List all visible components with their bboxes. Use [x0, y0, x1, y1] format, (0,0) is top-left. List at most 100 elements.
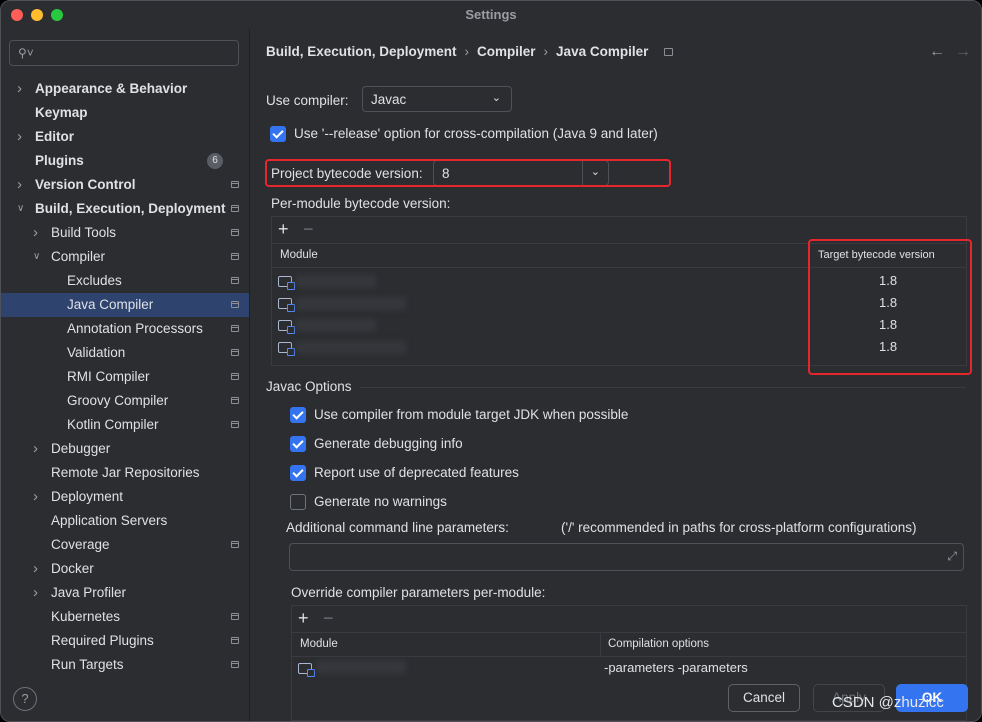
- highlight-box-target-version: [808, 239, 972, 375]
- sidebar-item-rmi-compiler[interactable]: RMI Compiler: [1, 365, 249, 389]
- sidebar-item-label: Excludes: [67, 273, 122, 288]
- sidebar-item-compiler[interactable]: ∨ Compiler: [1, 245, 249, 269]
- sidebar-item-application-servers[interactable]: Application Servers: [1, 509, 249, 533]
- compilation-options-column-header[interactable]: Compilation options: [608, 638, 709, 650]
- sidebar-item-annotation-processors[interactable]: Annotation Processors: [1, 317, 249, 341]
- sidebar-item-plugins[interactable]: Plugins 6: [1, 149, 249, 173]
- sidebar-item-keymap[interactable]: Keymap: [1, 101, 249, 125]
- sidebar-item-label: Docker: [51, 561, 94, 576]
- javac-option-checkbox[interactable]: [290, 494, 306, 510]
- override-row-options[interactable]: -parameters -parameters: [604, 660, 748, 675]
- remove-override-button[interactable]: −: [323, 609, 334, 627]
- add-override-button[interactable]: +: [298, 609, 309, 627]
- project-scope-icon: [231, 277, 239, 284]
- cancel-button[interactable]: Cancel: [728, 684, 800, 712]
- override-module-column-header[interactable]: Module: [300, 638, 338, 650]
- chevron-right-icon[interactable]: ›: [33, 557, 38, 581]
- additional-params-label: Additional command line parameters:: [286, 520, 509, 535]
- sidebar-item-editor[interactable]: › Editor: [1, 125, 249, 149]
- sidebar-item-appearance-behavior[interactable]: › Appearance & Behavior: [1, 77, 249, 101]
- sidebar-item-label: Java Compiler: [67, 297, 154, 312]
- sidebar-item-build-execution-deployment[interactable]: ∨ Build, Execution, Deployment: [1, 197, 249, 221]
- sidebar-item-java-profiler[interactable]: › Java Profiler: [1, 581, 249, 605]
- sidebar-item-deployment[interactable]: › Deployment: [1, 485, 249, 509]
- settings-window: Settings ⚲˅ › Appearance & Behavior Keymap…: [0, 0, 982, 722]
- sidebar-item-label: Run Targets: [51, 657, 124, 672]
- sidebar-item-version-control[interactable]: › Version Control: [1, 173, 249, 197]
- module-folder-icon: [278, 342, 295, 356]
- project-scope-icon: [231, 181, 239, 188]
- sidebar-item-label: Editor: [35, 129, 74, 144]
- use-compiler-select[interactable]: Javac ⌄: [362, 86, 512, 112]
- release-option-checkbox[interactable]: [270, 126, 286, 142]
- sidebar-item-label: Required Plugins: [51, 633, 154, 648]
- sidebar-item-label: Application Servers: [51, 513, 168, 528]
- sidebar-item-label: Java Profiler: [51, 585, 127, 600]
- javac-option-checkbox[interactable]: [290, 465, 306, 481]
- sidebar-item-label: RMI Compiler: [67, 369, 150, 384]
- sidebar-item-coverage[interactable]: Coverage: [1, 533, 249, 557]
- csdn-watermark: CSDN @zhuzicc: [832, 694, 944, 711]
- module-column-header[interactable]: Module: [280, 249, 318, 261]
- chevron-right-icon[interactable]: ›: [33, 221, 38, 245]
- additional-params-field[interactable]: ⤢: [289, 543, 964, 571]
- javac-option-checkbox[interactable]: [290, 436, 306, 452]
- forward-arrow-icon[interactable]: →: [955, 43, 971, 61]
- sidebar-item-label: Version Control: [35, 177, 136, 192]
- breadcrumb-separator: ›: [464, 44, 470, 59]
- chevron-down-icon: ⌄: [491, 92, 501, 104]
- chevron-right-icon[interactable]: ›: [33, 485, 38, 509]
- chevron-right-icon[interactable]: ›: [17, 125, 22, 149]
- sidebar-item-validation[interactable]: Validation: [1, 341, 249, 365]
- breadcrumb-java-compiler: Java Compiler: [556, 44, 649, 59]
- sidebar-item-required-plugins[interactable]: Required Plugins: [1, 629, 249, 653]
- module-folder-icon: [298, 663, 315, 677]
- breadcrumb-separator: ›: [543, 44, 549, 59]
- sidebar-item-groovy-compiler[interactable]: Groovy Compiler: [1, 389, 249, 413]
- additional-params-hint: ('/' recommended in paths for cross-plat…: [561, 520, 917, 535]
- sidebar-item-java-compiler[interactable]: Java Compiler: [1, 293, 249, 317]
- sidebar-item-label: Appearance & Behavior: [35, 81, 188, 96]
- chevron-right-icon[interactable]: ›: [17, 173, 22, 197]
- redacted-module-name: [296, 341, 406, 354]
- chevron-down-icon[interactable]: ∨: [33, 245, 40, 269]
- sidebar-item-label: Remote Jar Repositories: [51, 465, 200, 480]
- javac-option-label: Generate no warnings: [314, 494, 447, 509]
- sidebar-item-excludes[interactable]: Excludes: [1, 269, 249, 293]
- chevron-right-icon[interactable]: ›: [33, 437, 38, 461]
- javac-option-label: Use compiler from module target JDK when…: [314, 407, 629, 422]
- override-table-header: Module Compilation options: [292, 632, 966, 657]
- back-arrow-icon[interactable]: ←: [929, 43, 945, 61]
- module-folder-icon: [278, 276, 295, 290]
- sidebar-item-label: Coverage: [51, 537, 110, 552]
- project-scope-icon: [664, 48, 674, 57]
- breadcrumb-compiler[interactable]: Compiler: [477, 44, 536, 59]
- sidebar-item-remote-jar-repositories[interactable]: Remote Jar Repositories: [1, 461, 249, 485]
- remove-module-button[interactable]: −: [303, 220, 314, 238]
- per-module-label: Per-module bytecode version:: [271, 196, 451, 211]
- project-scope-icon: [231, 325, 239, 332]
- sidebar-item-build-tools[interactable]: › Build Tools: [1, 221, 249, 245]
- javac-option-checkbox[interactable]: [290, 407, 306, 423]
- sidebar-item-kubernetes[interactable]: Kubernetes: [1, 605, 249, 629]
- chevron-down-icon[interactable]: ∨: [17, 197, 24, 221]
- module-folder-icon: [278, 320, 295, 334]
- sidebar-item-debugger[interactable]: › Debugger: [1, 437, 249, 461]
- release-option-label: Use '--release' option for cross-compila…: [294, 126, 658, 141]
- sidebar-item-label: Groovy Compiler: [67, 393, 169, 408]
- sidebar-item-kotlin-compiler[interactable]: Kotlin Compiler: [1, 413, 249, 437]
- sidebar-item-label: Validation: [67, 345, 126, 360]
- add-module-button[interactable]: +: [278, 220, 289, 238]
- expand-icon[interactable]: ⤢: [947, 549, 957, 564]
- help-button[interactable]: ?: [13, 687, 37, 711]
- sidebar-item-label: Build Tools: [51, 225, 117, 240]
- settings-search-input[interactable]: ⚲˅: [9, 40, 239, 66]
- sidebar-item-docker[interactable]: › Docker: [1, 557, 249, 581]
- project-scope-icon: [231, 301, 239, 308]
- breadcrumb-build-execution-deployment[interactable]: Build, Execution, Deployment: [266, 44, 457, 59]
- sidebar-item-label: Kotlin Compiler: [67, 417, 159, 432]
- sidebar-item-run-targets[interactable]: Run Targets: [1, 653, 249, 677]
- javac-option-label: Generate debugging info: [314, 436, 463, 451]
- chevron-right-icon[interactable]: ›: [17, 77, 22, 101]
- chevron-right-icon[interactable]: ›: [33, 581, 38, 605]
